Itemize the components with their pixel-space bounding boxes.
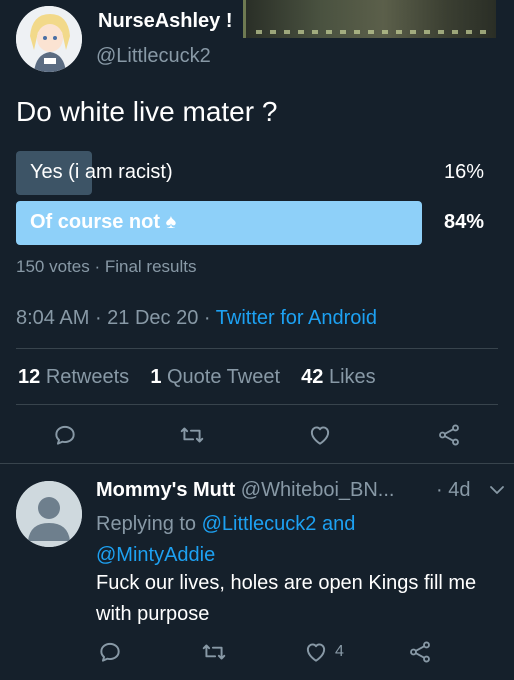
retweet-icon [202,644,226,660]
reply-display-name[interactable]: Mommy's Mutt [96,479,235,501]
reply-icon [55,425,75,445]
reply-reply-button[interactable] [95,637,125,667]
heart-icon [310,426,330,445]
more-options-button[interactable] [488,481,506,499]
likes-stat[interactable]: 42 Likes [301,366,376,388]
reply-share-button[interactable] [405,637,435,667]
retweet-button[interactable] [177,420,207,450]
replying-user-link[interactable]: @MintyAddie [96,544,215,566]
poll-separator: · [94,257,105,276]
tweet-date[interactable]: 21 Dec 20 [107,307,198,329]
poll-status: Final results [104,257,197,276]
poll-option-percent: 16% [443,161,484,183]
retweet-icon [180,427,204,443]
tweet-timestamp: 8:04 AM · 21 Dec 20 · Twitter for Androi… [16,307,377,330]
poll-option-yes: Yes (i am racist) 16% [16,151,514,195]
retweets-stat[interactable]: 12 Retweets [18,366,129,388]
tweet-time[interactable]: 8:04 AM [16,307,89,329]
divider [0,463,514,464]
reply-age[interactable]: · 4d [436,479,470,502]
reply-button[interactable] [50,420,80,450]
reply-header: Mommy's Mutt @Whiteboi_BN... [96,479,394,502]
share-icon [439,424,459,446]
chevron-down-icon [490,486,504,494]
divider [16,404,498,405]
poll-option-label: Of course not ♠ [30,211,177,233]
divider [16,348,498,349]
reply-text: Fuck our lives, holes are open Kings fil… [96,572,477,625]
likes-label: Likes [328,366,376,388]
author-handle[interactable]: @Littlecuck2 [96,45,211,68]
timestamp-separator: · [94,307,108,329]
likes-count: 42 [301,366,324,388]
anime-avatar-icon [16,6,82,72]
quotes-stat[interactable]: 1 Quote Tweet [150,366,280,388]
heart-icon [306,643,326,662]
reply-like-count: 4 [335,643,344,660]
header-banner-image [243,0,496,38]
reply-like-button[interactable]: 4 [303,637,344,667]
replying-prefix: Replying to [96,513,197,535]
default-profile-icon [16,481,82,547]
tweet-text: Do white live mater ? [16,96,278,127]
reply-retweet-button[interactable] [199,637,229,667]
quotes-label: Quote Tweet [167,366,281,388]
retweets-label: Retweets [45,366,130,388]
retweets-count: 12 [18,366,41,388]
poll-option-percent: 84% [443,211,484,233]
replying-user-link[interactable]: @Littlecuck2 [202,513,317,535]
poll-votes: 150 votes [16,257,90,276]
quotes-count: 1 [150,366,162,388]
reply-handle[interactable]: @Whiteboi_BN... [241,479,395,501]
tweet-source-link[interactable]: Twitter for Android [216,307,377,329]
poll-option-no: Of course not ♠ 84% [16,201,514,245]
replying-to: Replying to @Littlecuck2 and @MintyAddie [96,509,496,571]
author-avatar[interactable] [16,6,82,72]
tweet-stats: 12 Retweets 1 Quote Tweet 42 Likes [18,366,376,389]
reply-icon [100,642,120,662]
timestamp-separator: · [203,307,216,329]
share-button[interactable] [434,420,464,450]
reply-author-avatar[interactable] [16,481,82,547]
poll-meta: 150 votes · Final results [16,257,197,277]
share-icon [410,641,430,663]
author-display-name[interactable]: NurseAshley ! [98,10,233,33]
like-button[interactable] [305,420,335,450]
poll-option-label: Yes (i am racist) [30,161,173,183]
replying-and: and [321,513,356,535]
